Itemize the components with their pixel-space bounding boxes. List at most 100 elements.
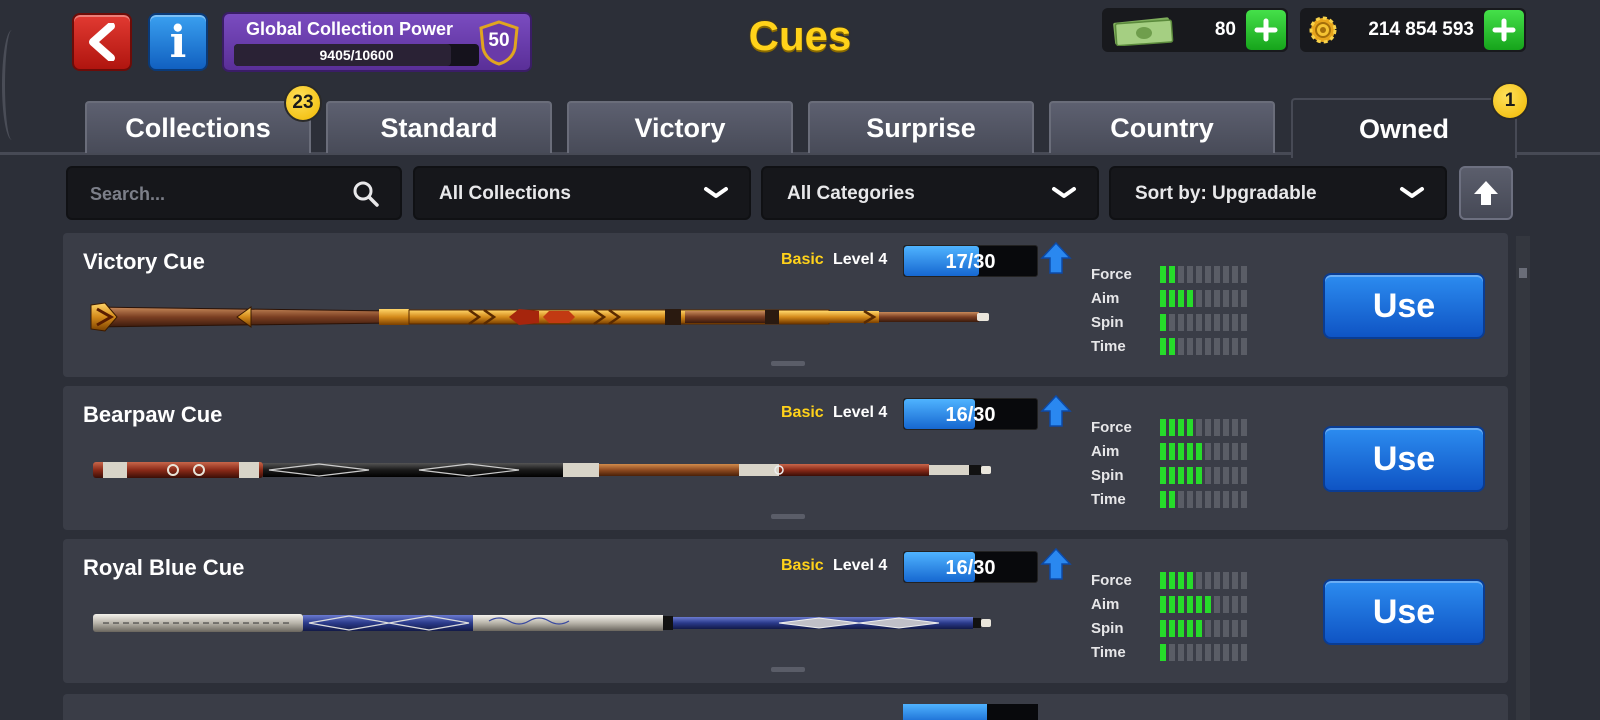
stat-segment: [1241, 644, 1247, 661]
sort-dropdown-value: Sort by: Upgradable: [1135, 183, 1317, 204]
stat-segment: [1160, 467, 1166, 484]
stat-segment: [1223, 572, 1229, 589]
use-button[interactable]: Use: [1323, 273, 1485, 339]
stat-row-force: Force: [1091, 263, 1261, 287]
stat-label: Force: [1091, 419, 1132, 436]
cue-card-royal-blue[interactable]: Royal Blue Cue Basic Level 4 16/30 Force…: [63, 539, 1508, 683]
stat-segment: [1223, 620, 1229, 637]
stat-label: Force: [1091, 266, 1132, 283]
coin-icon: [1309, 16, 1337, 44]
collection-power-panel[interactable]: Global Collection Power 9405/10600 50: [222, 12, 532, 72]
collection-power-value: 9405/10600: [319, 47, 394, 63]
stat-segment: [1187, 290, 1193, 307]
stat-segment: [1205, 266, 1211, 283]
stat-segment: [1232, 467, 1238, 484]
stat-segment: [1169, 314, 1175, 331]
stat-segment: [1178, 620, 1184, 637]
stat-segment: [1232, 419, 1238, 436]
card-drag-handle[interactable]: [771, 667, 805, 672]
search-box[interactable]: [66, 166, 402, 220]
tab-label: Surprise: [866, 112, 976, 143]
use-button[interactable]: Use: [1323, 426, 1485, 492]
stat-segment: [1205, 443, 1211, 460]
search-icon: [353, 181, 379, 207]
stat-row-force: Force: [1091, 416, 1261, 440]
stat-segment: [1196, 266, 1202, 283]
cash-amount: 80: [1214, 19, 1236, 40]
tab-label: Owned: [1358, 113, 1449, 144]
upgrade-progress-fill: [903, 704, 987, 720]
bearpaw-cue-image: [93, 462, 991, 478]
card-drag-handle[interactable]: [771, 361, 805, 366]
stat-segment: [1178, 290, 1184, 307]
search-input[interactable]: [90, 180, 330, 208]
stat-segment: [1241, 443, 1247, 460]
stat-segment: [1160, 620, 1166, 637]
stat-segment: [1205, 572, 1211, 589]
cue-card-victory[interactable]: Victory Cue Basic Level 4 17/30 Force Ai…: [63, 233, 1508, 377]
scrollbar[interactable]: [1516, 236, 1530, 720]
categories-dropdown[interactable]: All Categories: [761, 166, 1099, 220]
scrollbar-thumb[interactable]: [1519, 268, 1527, 278]
stat-label: Aim: [1091, 290, 1120, 307]
use-button[interactable]: Use: [1323, 579, 1485, 645]
stat-segment: [1205, 314, 1211, 331]
stat-segment: [1196, 644, 1202, 661]
stat-segment: [1232, 620, 1238, 637]
decorative-arc: [2, 30, 22, 140]
stat-segment: [1196, 620, 1202, 637]
tab-country[interactable]: Country: [1049, 101, 1275, 153]
upgrade-progress-bar: [903, 704, 1038, 720]
tab-label: Standard: [380, 112, 498, 143]
add-coins-button[interactable]: [1484, 10, 1524, 50]
stat-row-aim: Aim: [1091, 287, 1261, 311]
upgrade-progress-text: 16/30: [945, 404, 996, 426]
tab-collections[interactable]: Collections: [85, 101, 311, 153]
top-bar: i Global Collection Power 9405/10600 50 …: [0, 0, 1600, 140]
stat-segment: [1214, 620, 1220, 637]
collections-dropdown[interactable]: All Collections: [413, 166, 751, 220]
stat-row-spin: Spin: [1091, 311, 1261, 335]
tab-standard[interactable]: Standard: [326, 101, 552, 153]
stat-segment: [1178, 467, 1184, 484]
cash-icon: [1113, 17, 1174, 46]
sort-dropdown[interactable]: Sort by: Upgradable: [1109, 166, 1447, 220]
cue-name: Bearpaw Cue: [83, 402, 223, 427]
stat-bar: [1160, 419, 1248, 436]
tab-owned[interactable]: Owned: [1291, 98, 1517, 158]
stat-segment: [1187, 314, 1193, 331]
victory-cue-image: [90, 302, 989, 332]
stat-row-time: Time: [1091, 488, 1261, 512]
stat-segment: [1196, 290, 1202, 307]
stat-label: Time: [1091, 644, 1126, 661]
stat-segment: [1196, 419, 1202, 436]
cue-level: Level 4: [833, 251, 888, 268]
stat-segment: [1232, 338, 1238, 355]
card-drag-handle[interactable]: [771, 514, 805, 519]
collections-dropdown-value: All Collections: [439, 183, 571, 204]
coins-display: 214 854 593: [1300, 8, 1526, 52]
categories-dropdown-value: All Categories: [787, 183, 915, 204]
tab-surprise[interactable]: Surprise: [808, 101, 1034, 153]
stat-bar: [1160, 290, 1248, 307]
stat-segment: [1214, 338, 1220, 355]
stat-bar: [1160, 491, 1248, 508]
sort-order-button[interactable]: [1459, 166, 1513, 220]
chevron-down-icon: [1400, 187, 1424, 198]
stat-segment: [1241, 314, 1247, 331]
stat-segment: [1160, 290, 1166, 307]
add-cash-button[interactable]: [1246, 10, 1286, 50]
stat-segment: [1241, 290, 1247, 307]
cue-card-partial[interactable]: [63, 694, 1508, 720]
stat-segment: [1187, 572, 1193, 589]
stat-segment: [1160, 443, 1166, 460]
upgrade-arrow-icon: [1040, 241, 1072, 274]
back-button[interactable]: [72, 13, 132, 71]
stat-segment: [1223, 491, 1229, 508]
stat-row-time: Time: [1091, 335, 1261, 359]
tab-victory[interactable]: Victory: [567, 101, 793, 153]
stat-segment: [1196, 443, 1202, 460]
stat-label: Time: [1091, 491, 1126, 508]
cue-card-bearpaw[interactable]: Bearpaw Cue Basic Level 4 16/30 Force Ai…: [63, 386, 1508, 530]
info-button[interactable]: i: [148, 13, 208, 71]
